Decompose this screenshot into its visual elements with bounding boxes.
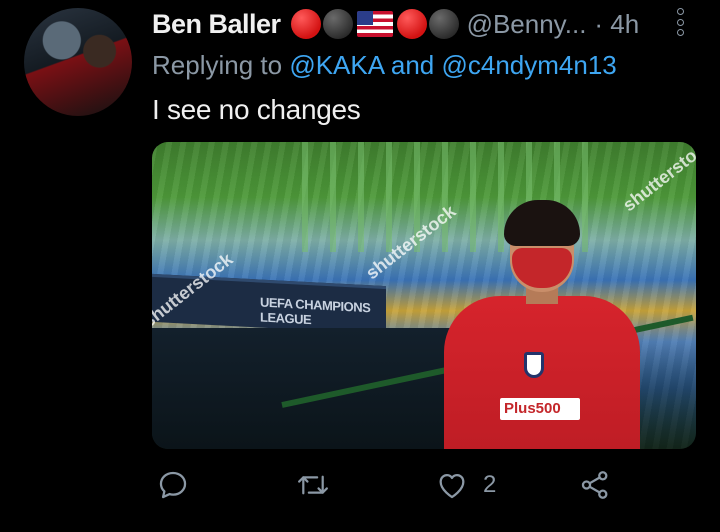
tweet[interactable]: Ben Baller @Benny... · 4h Replying to @K… [0, 0, 720, 532]
tweet-header: Ben Baller @Benny... · 4h [152, 6, 639, 42]
tweet-media-image[interactable]: UEFA CHAMPIONS LEAGUE shutterstock shutt… [152, 142, 696, 449]
name-emojis [290, 9, 459, 39]
red-circle-icon [290, 9, 321, 39]
reply-mentions[interactable]: @KAKA and @c4ndym4n13 [289, 50, 616, 80]
sponsor-text: Plus500 [504, 400, 561, 417]
user-handle[interactable]: @Benny... [467, 9, 587, 40]
red-circle-icon [396, 9, 427, 39]
more-options-icon[interactable] [675, 8, 685, 36]
black-circle-icon [428, 9, 459, 39]
share-icon [581, 471, 608, 499]
player-figure: Plus500 [442, 200, 642, 449]
avatar[interactable] [24, 8, 132, 116]
tweet-text: I see no changes [152, 94, 361, 125]
timestamp[interactable]: · 4h [594, 9, 639, 40]
tunnel-area [152, 328, 452, 449]
like-button[interactable]: 2 [435, 468, 496, 502]
like-count: 2 [483, 471, 497, 498]
banner-text: UEFA CHAMPIONS LEAGUE [260, 294, 371, 328]
reply-button[interactable] [156, 468, 190, 502]
display-name[interactable]: Ben Baller [152, 9, 281, 40]
share-button[interactable] [578, 468, 612, 502]
us-flag-icon [356, 11, 393, 37]
retweet-button[interactable] [295, 468, 331, 502]
club-crest-icon [524, 352, 544, 378]
replying-to: Replying to @KAKA and @c4ndym4n13 [152, 50, 617, 81]
tweet-actions: 2 [152, 468, 672, 508]
reply-prefix: Replying to [152, 50, 283, 80]
retweet-icon [298, 475, 328, 495]
black-circle-icon [322, 9, 353, 39]
heart-icon [439, 473, 465, 499]
reply-icon [159, 471, 187, 499]
